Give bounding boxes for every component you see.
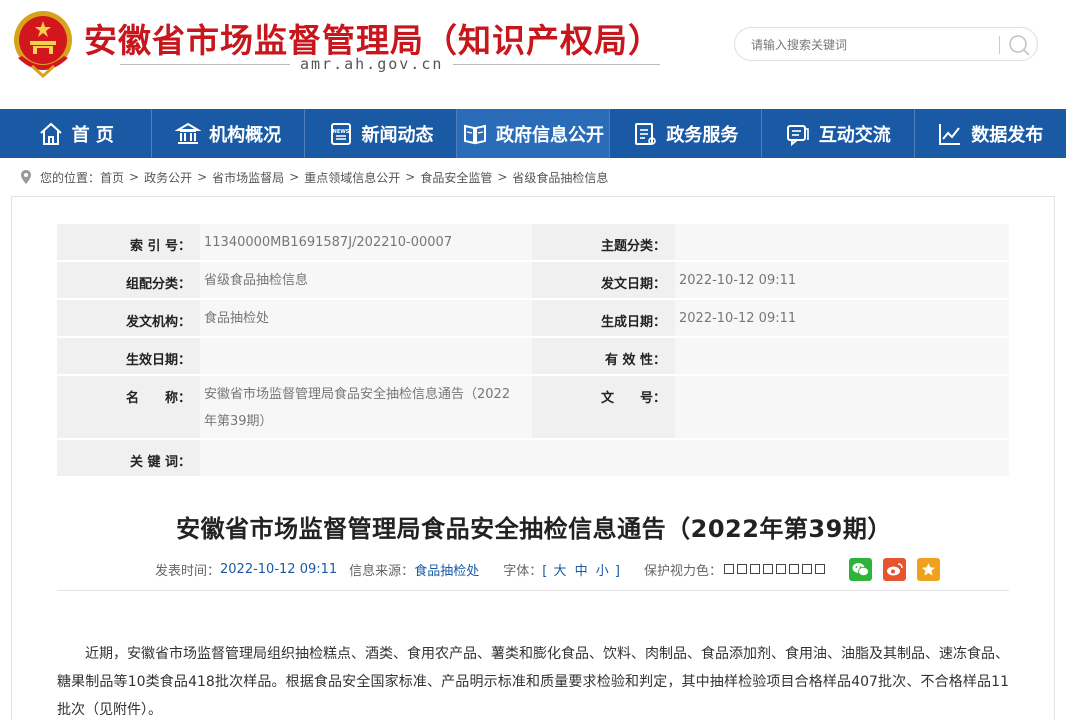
eye-care-color-option[interactable] (802, 564, 812, 574)
nav-item-service[interactable]: 政务服务 (610, 109, 763, 158)
search-box (734, 27, 1038, 61)
search-input[interactable] (751, 35, 991, 55)
national-emblem-icon (14, 11, 72, 78)
info-label: 生成日期： (532, 300, 675, 338)
info-open-icon (463, 124, 486, 144)
eye-care-color-option[interactable] (724, 564, 734, 574)
font-small-button[interactable]: 小 (596, 564, 609, 579)
meta-label: 字体： (503, 563, 543, 579)
info-source: 食品抽检处 (414, 563, 480, 579)
eye-care-color-option[interactable] (737, 564, 747, 574)
info-label: 发文机构： (57, 300, 200, 338)
info-label: 名 称： (57, 376, 200, 440)
info-value (200, 440, 1009, 478)
info-value: 2022-10-12 09:11 (675, 262, 1009, 300)
nav-item-interaction[interactable]: 互动交流 (762, 109, 915, 158)
nav-item-info-open[interactable]: 政府信息公开 (457, 109, 610, 158)
nav-label: 政府信息公开 (495, 124, 604, 146)
info-row: 名 称： 安徽省市场监督管理局食品安全抽检信息通告（2022年第39期） 文 号… (57, 376, 1009, 440)
info-table: 索 引 号： 11340000MB1691587J/202210-00007 主… (57, 224, 1009, 478)
weibo-share-icon[interactable] (883, 557, 906, 581)
info-label: 发文日期： (532, 262, 675, 300)
nav-label: 机构概况 (209, 124, 282, 146)
info-value (675, 376, 1009, 440)
font-medium-button[interactable]: 中 (575, 564, 588, 579)
meta-label: 发表时间： (155, 563, 221, 579)
info-label: 索 引 号： (57, 224, 200, 262)
info-value (200, 338, 532, 376)
nav-label: 新闻动态 (361, 124, 434, 146)
breadcrumb-link[interactable]: 政务公开 (144, 169, 192, 186)
chat-icon (786, 124, 809, 146)
info-row: 关 键 词： (57, 440, 1009, 478)
info-value (675, 338, 1009, 376)
meta-label: 信息来源： (349, 563, 415, 579)
breadcrumb-link[interactable]: 省市场监督局 (212, 169, 284, 186)
article-title: 安徽省市场监督管理局食品安全抽检信息通告（2022年第39期） (176, 515, 892, 543)
article-divider (57, 590, 1009, 591)
site-domain: amr.ah.gov.cn (290, 55, 454, 73)
breadcrumb-link[interactable]: 重点领域信息公开 (304, 169, 400, 186)
info-row: 组配分类： 省级食品抽检信息 发文日期： 2022-10-12 09:11 (57, 262, 1009, 300)
chart-icon (939, 123, 961, 145)
info-label: 文 号： (532, 376, 675, 440)
eye-care-colors (724, 564, 825, 574)
info-row: 生效日期： 有 效 性： (57, 338, 1009, 376)
nav-item-data[interactable]: 数据发布 (915, 109, 1066, 158)
bracket: ] (614, 563, 620, 579)
wechat-share-icon[interactable] (849, 557, 872, 581)
breadcrumb-link[interactable]: 首页 (100, 169, 124, 186)
eye-care-color-option[interactable] (815, 564, 825, 574)
info-label: 有 效 性： (532, 338, 675, 376)
info-row: 发文机构： 食品抽检处 生成日期： 2022-10-12 09:11 (57, 300, 1009, 338)
nav-item-home[interactable]: 首 页 (0, 109, 153, 158)
home-icon (39, 122, 62, 145)
service-icon (635, 122, 657, 145)
info-label: 关 键 词： (57, 440, 200, 478)
info-label: 组配分类： (57, 262, 200, 300)
info-row: 索 引 号： 11340000MB1691587J/202210-00007 主… (57, 224, 1009, 262)
nav-item-news[interactable]: NEWS 新闻动态 (305, 109, 458, 158)
content-panel: 索 引 号： 11340000MB1691587J/202210-00007 主… (11, 196, 1055, 720)
info-value: 省级食品抽检信息 (200, 262, 532, 300)
building-icon (175, 122, 202, 144)
nav-item-organization[interactable]: 机构概况 (152, 109, 305, 158)
main-nav: 首 页 机构概况 NEWS 新闻动态 政府信息公开 政务服务 互动交流 数据发布 (0, 109, 1066, 158)
search-icon[interactable] (1007, 33, 1031, 57)
breadcrumb: 您的位置： 首页 > 政务公开 > 省市场监督局 > 重点领域信息公开 > 食品安全监管… (20, 168, 608, 186)
nav-label: 首 页 (71, 124, 114, 146)
info-value (675, 224, 1009, 262)
breadcrumb-link[interactable]: 食品安全监管 (420, 169, 492, 186)
eye-care-color-option[interactable] (776, 564, 786, 574)
bracket: [ (542, 563, 548, 579)
eye-care-color-option[interactable] (763, 564, 773, 574)
breadcrumb-prefix: 您的位置： (40, 170, 101, 185)
info-value: 安徽省市场监督管理局食品安全抽检信息通告（2022年第39期） (200, 376, 532, 440)
meta-label: 保护视力色： (643, 563, 722, 579)
article-meta: 发表时间： 2022-10-12 09:11 信息来源： 食品抽检处 字体： [… (155, 556, 940, 582)
info-value: 食品抽检处 (200, 300, 532, 338)
font-large-button[interactable]: 大 (553, 564, 566, 579)
nav-label: 互动交流 (818, 124, 891, 146)
nav-label: 数据发布 (971, 124, 1044, 146)
location-pin-icon (21, 170, 31, 184)
article-body: 近期，安徽省市场监督管理局组织抽检糕点、酒类、食用农产品、薯类和膨化食品、饮料、… (57, 646, 1009, 718)
breadcrumb-link[interactable]: 省级食品抽检信息 (512, 169, 608, 186)
info-value: 11340000MB1691587J/202210-00007 (200, 224, 532, 262)
search-divider (999, 36, 1000, 54)
publish-time: 2022-10-12 09:11 (220, 561, 338, 577)
info-value: 2022-10-12 09:11 (675, 300, 1009, 338)
news-icon: NEWS (330, 122, 351, 145)
nav-label: 政务服务 (666, 124, 739, 146)
eye-care-color-option[interactable] (789, 564, 799, 574)
info-label: 生效日期： (57, 338, 200, 376)
eye-care-color-option[interactable] (750, 564, 760, 574)
info-label: 主题分类： (532, 224, 675, 262)
site-header: 安徽省市场监督管理局（知识产权局） amr.ah.gov.cn (0, 0, 1066, 109)
font-size-control: [ 大 中 小 ] (542, 560, 620, 579)
favorite-star-icon[interactable] (917, 557, 940, 581)
share-buttons (849, 557, 940, 581)
svg-text:NEWS: NEWS (332, 129, 349, 135)
